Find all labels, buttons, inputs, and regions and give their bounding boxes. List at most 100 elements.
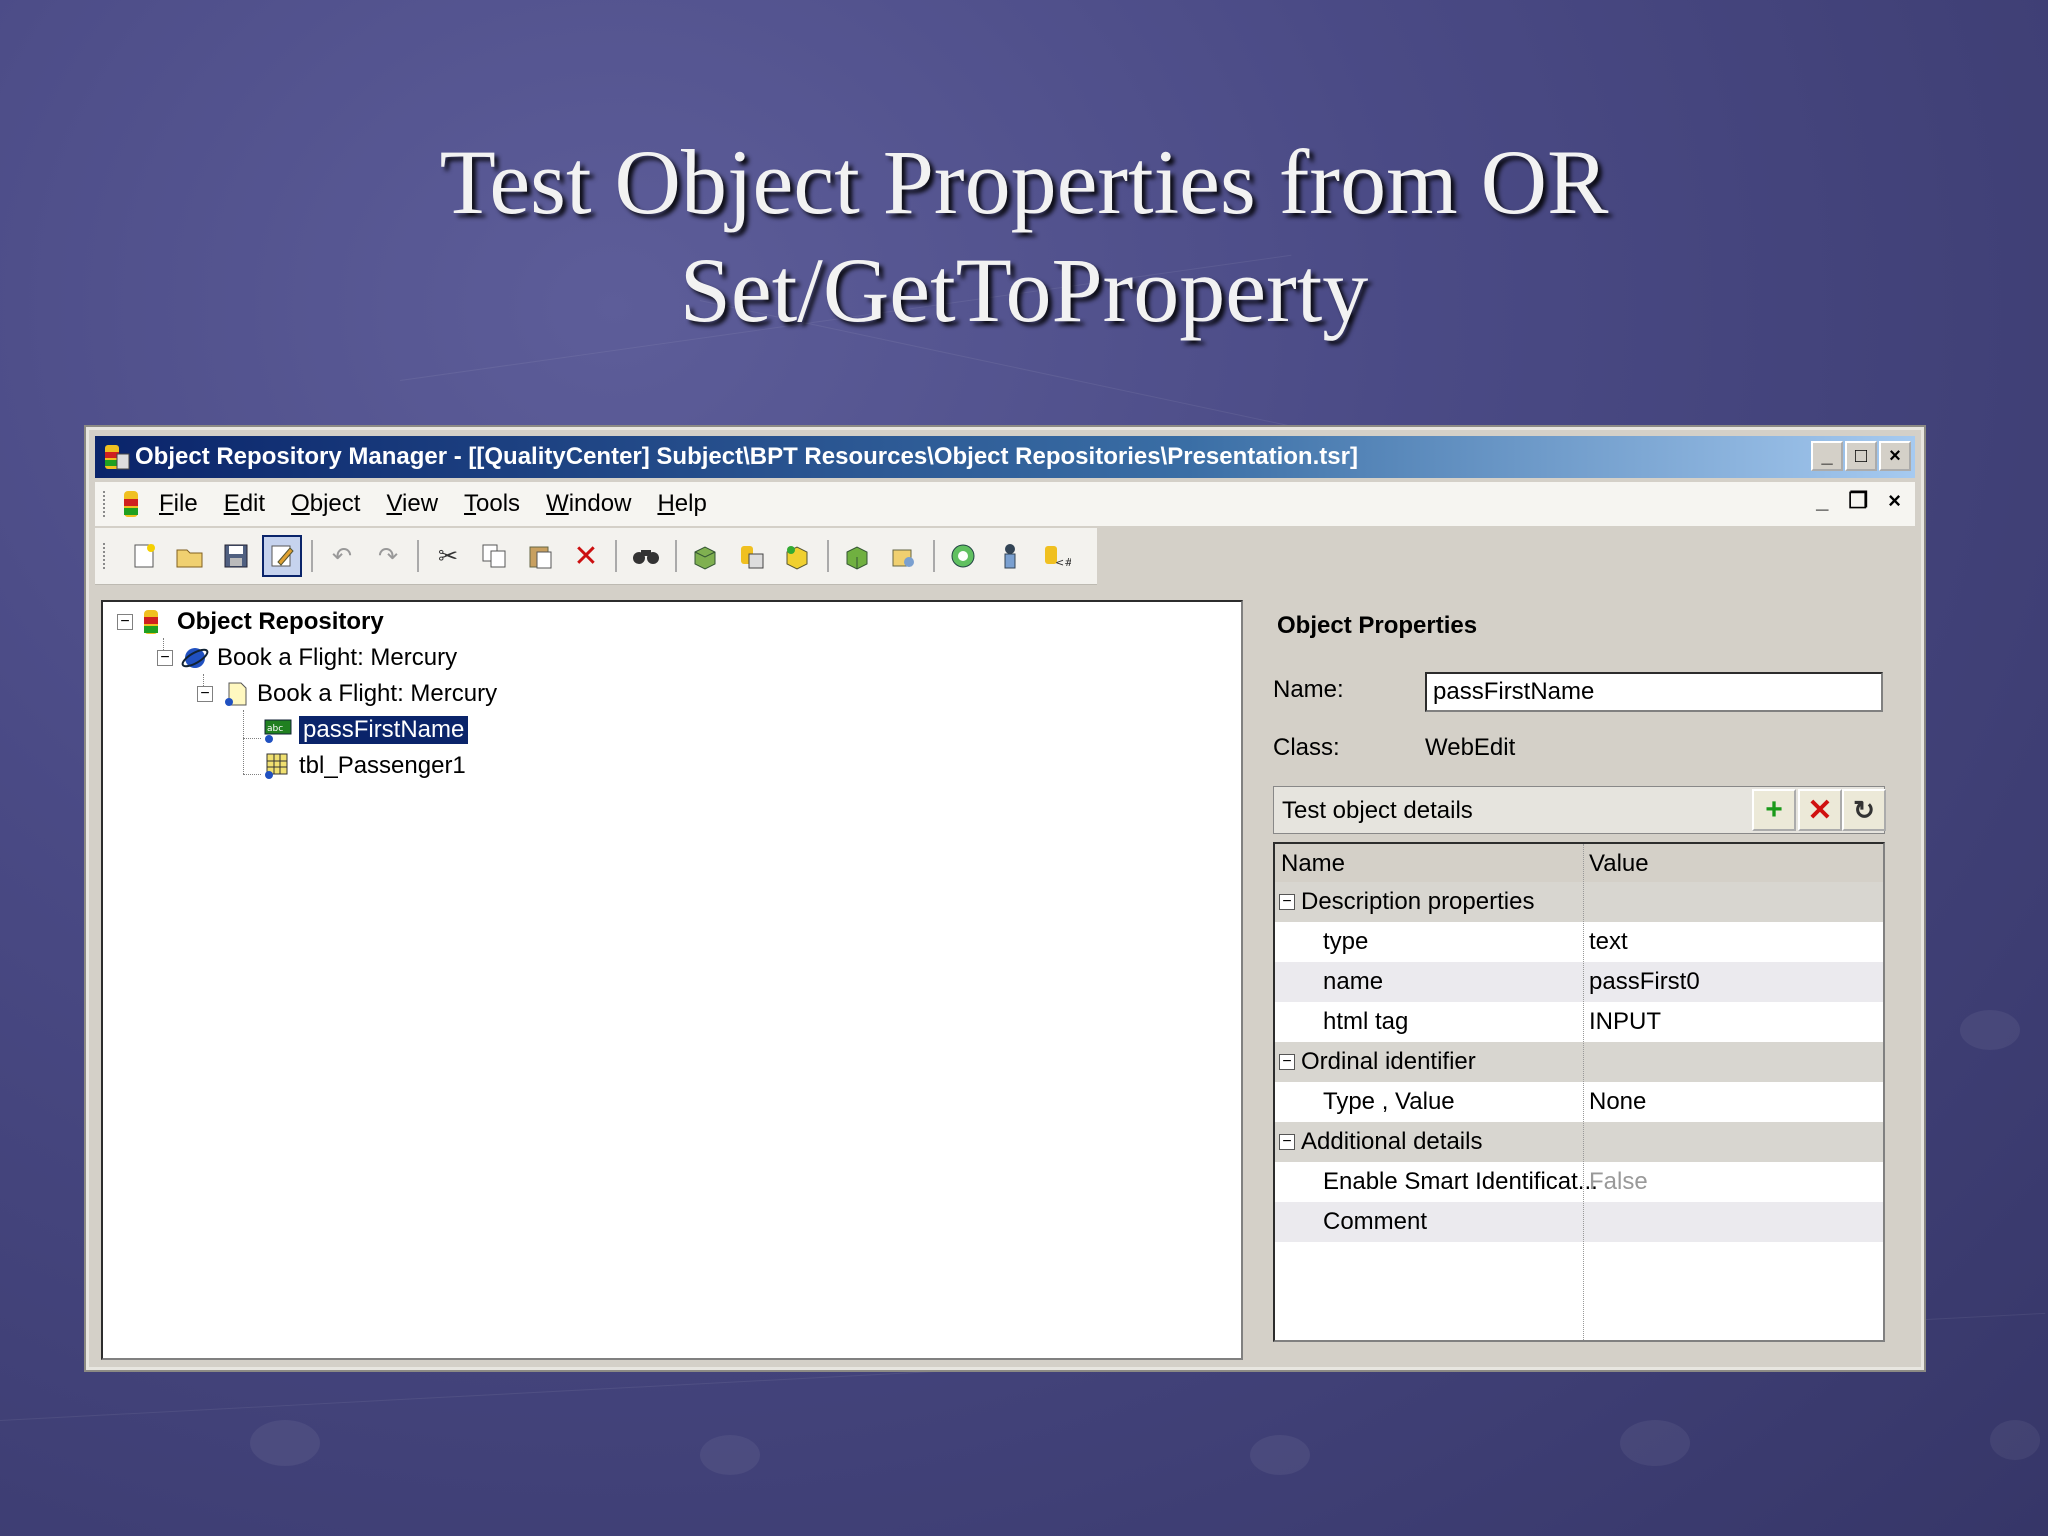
repository-icon: [121, 489, 145, 519]
cut-icon[interactable]: ✂: [428, 535, 468, 577]
toolbar-separator: [675, 540, 677, 572]
slide-title-line1: Test Object Properties from OR: [439, 131, 1609, 233]
copy-icon[interactable]: [474, 535, 514, 577]
menu-window[interactable]: Window: [546, 490, 631, 518]
property-value[interactable]: passFirst0: [1589, 968, 1700, 996]
collapse-icon[interactable]: −: [1279, 1134, 1295, 1150]
menu-tools[interactable]: Tools: [464, 490, 520, 518]
page-icon: [221, 680, 249, 708]
delete-icon[interactable]: ✕: [566, 535, 606, 577]
object-repository-window: Object Repository Manager - [[QualityCen…: [86, 427, 1924, 1370]
menu-object[interactable]: Object: [291, 490, 360, 518]
mdi-close-icon[interactable]: ×: [1888, 488, 1901, 514]
collapse-icon[interactable]: −: [1279, 894, 1295, 910]
toolbar-separator: [417, 540, 419, 572]
collapse-icon[interactable]: −: [197, 686, 213, 702]
group-label: Description properties: [1301, 888, 1535, 915]
property-value[interactable]: INPUT: [1589, 1008, 1661, 1036]
property-row[interactable]: Comment: [1275, 1202, 1883, 1242]
class-label: Class:: [1273, 734, 1340, 761]
collapse-icon[interactable]: −: [157, 650, 173, 666]
column-header-value[interactable]: Value: [1589, 850, 1649, 878]
property-value[interactable]: None: [1589, 1088, 1646, 1116]
object-repository-app-icon: [101, 442, 131, 472]
associate-icon[interactable]: [884, 535, 924, 577]
property-value[interactable]: text: [1589, 928, 1628, 956]
background-dot: [250, 1420, 320, 1466]
tree-node-table[interactable]: tbl_Passenger1: [263, 750, 466, 782]
property-row[interactable]: Type , Value None: [1275, 1082, 1883, 1122]
properties-grid[interactable]: Name Value − Description properties type…: [1273, 842, 1885, 1342]
find-icon[interactable]: [626, 535, 666, 577]
property-value[interactable]: False: [1589, 1168, 1648, 1196]
tree-node-page[interactable]: − Book a Flight: Mercury: [197, 678, 497, 710]
toolbar-grip: [103, 543, 111, 569]
add-property-button[interactable]: +: [1752, 789, 1796, 831]
open-icon[interactable]: [170, 535, 210, 577]
property-row[interactable]: type text: [1275, 922, 1883, 962]
toolbar: ↶ ↷ ✂ ✕ <#>: [95, 528, 1097, 585]
object-spy-icon[interactable]: [990, 535, 1030, 577]
property-name: Type , Value: [1323, 1088, 1455, 1115]
toolbar-separator: [615, 540, 617, 572]
menu-help[interactable]: Help: [657, 490, 706, 518]
details-label: Test object details: [1282, 797, 1473, 824]
menu-edit[interactable]: Edit: [224, 490, 265, 518]
refresh-button[interactable]: ↻: [1842, 789, 1886, 831]
remove-property-button[interactable]: ✕: [1798, 789, 1842, 831]
add-objects-icon[interactable]: [686, 535, 726, 577]
menu-view[interactable]: View: [386, 490, 438, 518]
toolbar-separator: [827, 540, 829, 572]
maximize-button[interactable]: □: [1845, 441, 1877, 471]
property-name: html tag: [1323, 1008, 1409, 1035]
edit-icon[interactable]: [262, 535, 302, 577]
menu-grip: [103, 491, 111, 517]
menu-bar: File Edit Object View Tools Window Help …: [95, 482, 1915, 526]
property-name: type: [1323, 928, 1369, 955]
export-icon[interactable]: [732, 535, 772, 577]
parameters-icon[interactable]: <#>: [1036, 535, 1076, 577]
property-name: Enable Smart Identificat...: [1323, 1168, 1598, 1195]
tree-label-browser: Book a Flight: Mercury: [217, 644, 458, 671]
redo-icon[interactable]: ↷: [368, 535, 408, 577]
menu-file[interactable]: File: [159, 490, 198, 518]
paste-icon[interactable]: [520, 535, 560, 577]
group-label: Ordinal identifier: [1301, 1048, 1476, 1075]
webedit-icon: abc: [263, 716, 292, 744]
tree-node-passfirstname[interactable]: abc passFirstName: [263, 714, 470, 746]
plus-icon: +: [1765, 793, 1783, 826]
collapse-icon[interactable]: −: [117, 614, 133, 630]
window-title: Object Repository Manager - [[QualityCen…: [135, 443, 1358, 470]
collapse-icon[interactable]: −: [1279, 1054, 1295, 1070]
new-icon[interactable]: [124, 535, 164, 577]
column-divider[interactable]: [1583, 844, 1584, 1340]
property-row[interactable]: Enable Smart Identificat... False: [1275, 1162, 1883, 1202]
local-objects-icon[interactable]: [838, 535, 878, 577]
name-field[interactable]: passFirstName: [1425, 672, 1883, 712]
background-dot: [1250, 1435, 1310, 1475]
property-row[interactable]: html tag INPUT: [1275, 1002, 1883, 1042]
save-icon[interactable]: [216, 535, 256, 577]
highlight-icon[interactable]: [944, 535, 984, 577]
object-tree[interactable]: − Object Repository − Book a Flight: Mer…: [101, 600, 1243, 1360]
mdi-restore-icon[interactable]: ❐: [1848, 488, 1868, 514]
toolbar-separator: [311, 540, 313, 572]
mdi-minimize-icon[interactable]: _: [1816, 488, 1828, 514]
tree-node-browser[interactable]: − Book a Flight: Mercury: [157, 642, 457, 674]
undo-icon[interactable]: ↶: [322, 535, 362, 577]
window-titlebar[interactable]: Object Repository Manager - [[QualityCen…: [95, 436, 1915, 478]
tree-label-selected: passFirstName: [297, 715, 470, 745]
minimize-button[interactable]: _: [1811, 441, 1843, 471]
property-group-description[interactable]: − Description properties: [1275, 882, 1883, 922]
background-dot: [1990, 1420, 2040, 1460]
merge-icon[interactable]: [778, 535, 818, 577]
close-button[interactable]: ×: [1879, 441, 1911, 471]
repository-icon: [141, 608, 169, 636]
property-row[interactable]: name passFirst0: [1275, 962, 1883, 1002]
name-label: Name:: [1273, 676, 1344, 703]
property-group-ordinal[interactable]: − Ordinal identifier: [1275, 1042, 1883, 1082]
tree-node-object-repository[interactable]: − Object Repository: [117, 606, 384, 638]
class-value: WebEdit: [1425, 734, 1516, 761]
property-group-additional[interactable]: − Additional details: [1275, 1122, 1883, 1162]
column-header-name[interactable]: Name: [1281, 850, 1345, 878]
